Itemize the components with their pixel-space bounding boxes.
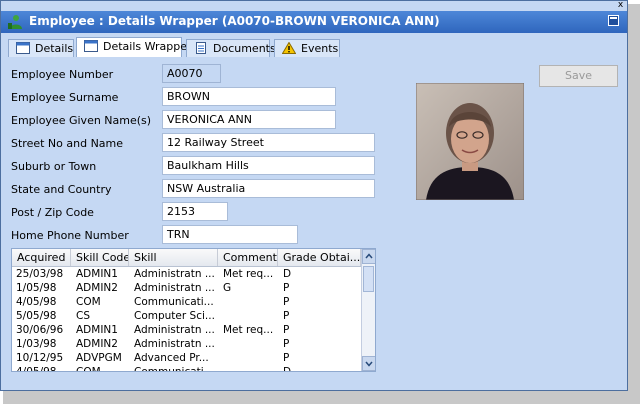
home-phone-field[interactable]: TRN [162, 225, 298, 244]
cell-comment: Met req... [223, 268, 274, 280]
table-row[interactable]: 5/05/98 CS Computer Sci... P [12, 309, 361, 323]
scroll-down-icon[interactable] [362, 356, 375, 371]
tab-label: Documents [213, 42, 276, 55]
cell-comment [218, 337, 278, 351]
cell-acquired: 1/05/98 [16, 282, 57, 294]
cell-skill: Administratn ... [134, 338, 215, 350]
cell-comment [218, 309, 278, 323]
employee-photo [416, 83, 524, 200]
cell-acquired: 5/05/98 [16, 310, 57, 322]
postcode-label: Post / Zip Code [11, 206, 94, 219]
grid-body: 25/03/98 ADMIN1 Administratn ... Met req...… [12, 267, 361, 372]
grid-header: Acquired Skill Code Skill Comment Grade … [12, 249, 361, 267]
cell-skill: Administratn ... [134, 282, 215, 294]
tab-label: Details [35, 42, 74, 55]
cell-acquired: 1/03/98 [16, 338, 57, 350]
table-row[interactable]: 30/06/96 ADMIN1 Administratn ... Met req...… [12, 323, 361, 337]
cell-skill: Communicati... [134, 296, 214, 308]
scroll-up-icon[interactable] [362, 249, 375, 264]
tab-label: Events [301, 42, 339, 55]
window-icon [84, 40, 98, 52]
table-row[interactable]: 1/03/98 ADMIN2 Administratn ... P [12, 337, 361, 351]
suburb-label: Suburb or Town [11, 160, 97, 173]
cell-skill: Computer Sci... [134, 310, 215, 322]
app-icon [8, 15, 22, 29]
street-label: Street No and Name [11, 137, 124, 150]
warning-icon [282, 42, 296, 54]
state-label: State and Country [11, 183, 112, 196]
cell-grade: D [283, 366, 292, 372]
column-header-acquired[interactable]: Acquired [12, 249, 71, 266]
cell-comment: Met req... [223, 324, 274, 336]
employee-number-field: A0070 [162, 64, 221, 83]
cell-comment [218, 295, 278, 309]
cell-skill: Advanced Pr... [134, 352, 209, 364]
window-title: Employee : Details Wrapper (A0070-BROWN … [29, 14, 440, 28]
cell-grade: D [283, 268, 292, 280]
given-names-label: Employee Given Name(s) [11, 114, 152, 127]
cell-acquired: 25/03/98 [16, 268, 64, 280]
surname-field[interactable]: BROWN [162, 87, 336, 106]
column-header-skill-code[interactable]: Skill Code [71, 249, 129, 266]
cell-grade: P [283, 352, 290, 364]
cell-skill-code: ADVPGM [76, 352, 122, 364]
surname-label: Employee Surname [11, 91, 119, 104]
cell-skill-code: COM [76, 296, 101, 308]
table-row[interactable]: 4/05/98 COM Communicati... D [12, 365, 361, 372]
cell-comment: G [223, 282, 232, 294]
cell-skill-code: ADMIN1 [76, 324, 118, 336]
postcode-field[interactable]: 2153 [162, 202, 228, 221]
column-header-skill[interactable]: Skill [129, 249, 218, 266]
cell-skill: Administratn ... [134, 324, 215, 336]
suburb-field[interactable]: Baulkham Hills [162, 156, 375, 175]
tab-documents[interactable]: Documents [186, 39, 276, 57]
cell-grade: P [283, 310, 290, 322]
cell-acquired: 4/05/98 [16, 296, 57, 308]
save-button[interactable]: Save [539, 65, 618, 87]
employee-number-label: Employee Number [11, 68, 114, 81]
skills-grid[interactable]: Acquired Skill Code Skill Comment Grade … [11, 248, 376, 372]
tab-events[interactable]: Events [274, 39, 340, 57]
vertical-scrollbar[interactable] [361, 249, 375, 371]
table-row[interactable]: 25/03/98 ADMIN1 Administratn ... Met req...… [12, 267, 361, 281]
cell-comment [218, 351, 278, 365]
table-row[interactable]: 4/05/98 COM Communicati... P [12, 295, 361, 309]
employee-window: x Employee : Details Wrapper (A0070-BROW… [0, 0, 628, 391]
tab-details-wrapper[interactable]: Details Wrapper [76, 37, 192, 58]
cell-skill-code: ADMIN2 [76, 338, 118, 350]
home-phone-label: Home Phone Number [11, 229, 129, 242]
cell-skill: Communicati... [134, 366, 214, 372]
cell-acquired: 4/05/98 [16, 366, 57, 372]
cell-skill-code: ADMIN2 [76, 282, 118, 294]
street-field[interactable]: 12 Railway Street [162, 133, 375, 152]
cell-skill-code: CS [76, 310, 90, 322]
tab-details[interactable]: Details [8, 39, 74, 57]
table-row[interactable]: 10/12/95 ADVPGM Advanced Pr... P [12, 351, 361, 365]
cell-grade: P [283, 296, 290, 308]
table-row[interactable]: 1/05/98 ADMIN2 Administratn ... G P [12, 281, 361, 295]
close-icon[interactable]: x [614, 1, 627, 10]
title-bar[interactable]: Employee : Details Wrapper (A0070-BROWN … [1, 11, 627, 33]
cell-skill-code: ADMIN1 [76, 268, 118, 280]
details-icon [16, 42, 30, 54]
state-field[interactable]: NSW Australia [162, 179, 375, 198]
cell-skill: Administratn ... [134, 268, 215, 280]
column-header-grade[interactable]: Grade Obtai... [278, 249, 361, 266]
cell-grade: P [283, 338, 290, 350]
document-icon [196, 42, 206, 54]
cell-grade: P [283, 324, 290, 336]
cell-acquired: 30/06/96 [16, 324, 64, 336]
scroll-thumb[interactable] [363, 266, 374, 292]
given-names-field[interactable]: VERONICA ANN [162, 110, 336, 129]
cell-skill-code: COM [76, 366, 101, 372]
cell-grade: P [283, 282, 290, 294]
maximize-icon[interactable] [608, 15, 619, 26]
tab-label: Details Wrapper [103, 40, 192, 53]
column-header-comment[interactable]: Comment [218, 249, 278, 266]
cell-acquired: 10/12/95 [16, 352, 64, 364]
cell-comment [218, 365, 278, 371]
